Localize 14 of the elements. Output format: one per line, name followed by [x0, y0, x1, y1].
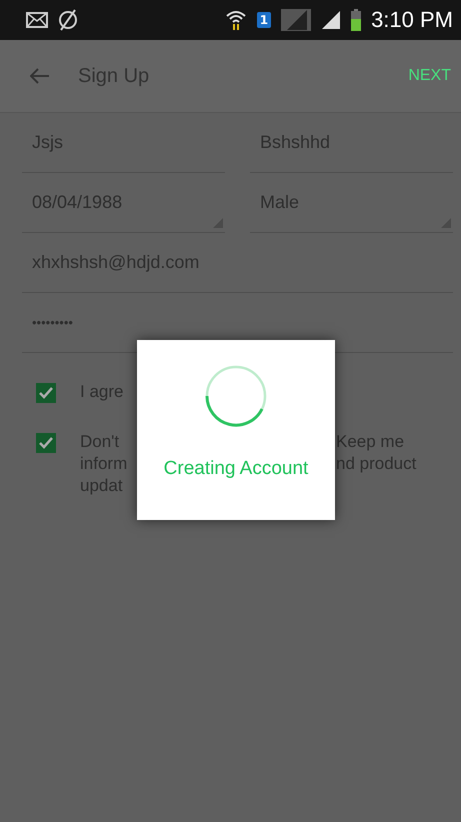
- mail-icon: [26, 12, 48, 28]
- loading-spinner-icon: [204, 364, 268, 428]
- checkbox[interactable]: [36, 383, 56, 403]
- next-button[interactable]: NEXT: [404, 63, 455, 89]
- status-time: 3:10 PM: [371, 7, 453, 33]
- prohibited-icon: [58, 9, 78, 31]
- dialog-message: Creating Account: [164, 458, 308, 480]
- signal-icon: [321, 10, 342, 30]
- signal-icon: [281, 9, 312, 31]
- battery-icon: [351, 9, 362, 31]
- sim-badge: 1: [256, 12, 272, 28]
- back-arrow-icon[interactable]: [30, 68, 50, 84]
- checkbox[interactable]: [36, 433, 56, 453]
- wifi-icon: [224, 9, 247, 31]
